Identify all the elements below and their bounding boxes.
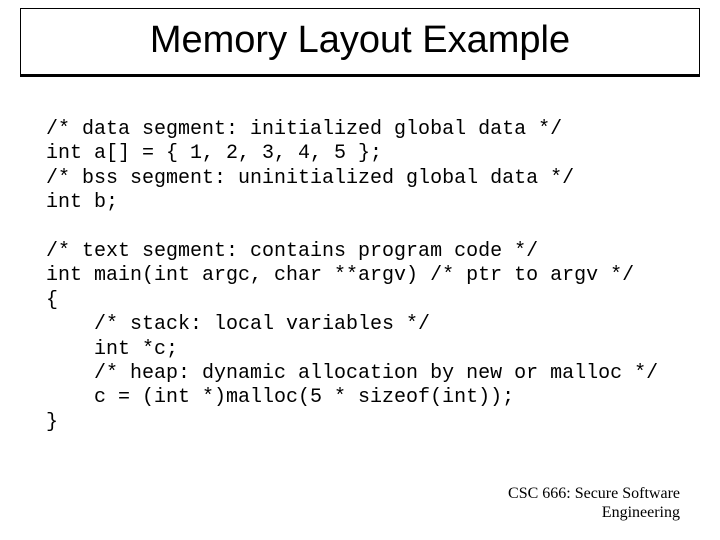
code-block: /* data segment: initialized global data… [46, 118, 674, 435]
footer-line-1: CSC 666: Secure Software [508, 484, 680, 503]
footer: CSC 666: Secure Software Engineering [508, 484, 680, 522]
slide-title: Memory Layout Example [21, 19, 699, 62]
footer-line-2: Engineering [508, 503, 680, 522]
title-box: Memory Layout Example [20, 8, 700, 77]
